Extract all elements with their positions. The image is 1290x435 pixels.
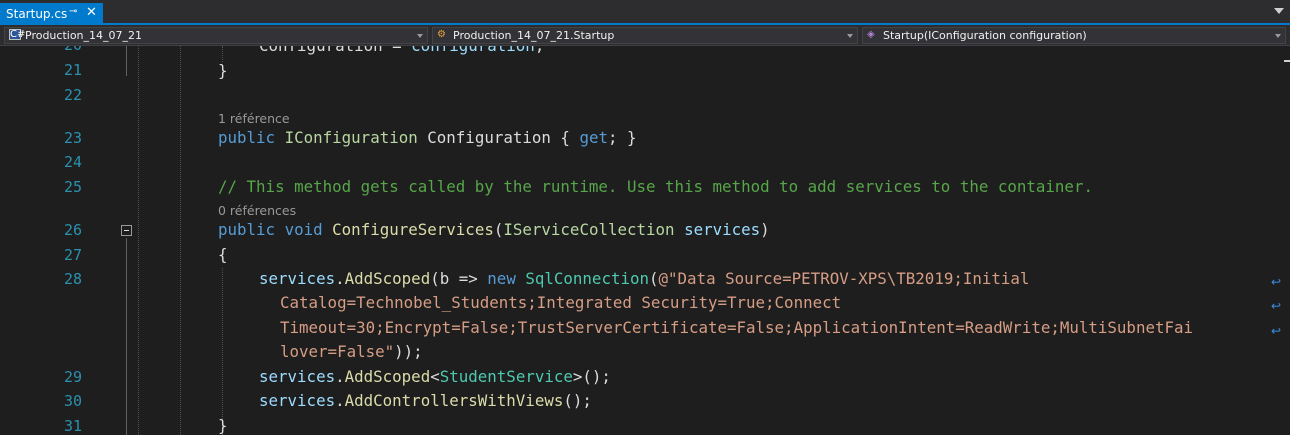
member-dropdown-label: Startup(IConfiguration configuration)	[883, 29, 1087, 42]
line-number: 25	[63, 178, 82, 196]
indent-guide	[180, 46, 181, 435]
outline-line	[126, 46, 127, 76]
collapse-toggle-icon[interactable]	[121, 225, 132, 236]
code-line-28-wrap-2: Timeout=30;Encrypt=False;TrustServerCert…	[280, 318, 1194, 337]
chevron-down-icon	[1275, 34, 1281, 38]
tab-title: Startup.cs	[6, 7, 68, 21]
line-number: 22	[63, 86, 82, 104]
class-dropdown[interactable]: ⚙ Production_14_07_21.Startup	[432, 27, 858, 44]
code-line-26: public void ConfigureServices(IServiceCo…	[218, 220, 770, 239]
line-number: 28	[63, 270, 82, 288]
member-dropdown[interactable]: ◈ Startup(IConfiguration configuration)	[862, 27, 1286, 44]
word-wrap-icon: ↩	[1271, 275, 1282, 289]
line-number: 20	[0, 46, 82, 54]
pin-icon[interactable]: ⊸	[69, 6, 77, 17]
code-editor[interactable]: 20 21 22 23 24 25 26 27 28 29 30 31 Conf…	[0, 46, 1290, 435]
line-number: 30	[63, 392, 82, 410]
word-wrap-icon: ↩	[1271, 299, 1282, 313]
code-line-20: Configuration = configuration;	[259, 46, 544, 55]
code-line-30: services.AddControllersWithViews();	[259, 391, 592, 410]
chevron-down-icon	[417, 34, 423, 38]
code-line-28: services.AddScoped(b => new SqlConnectio…	[259, 269, 1030, 288]
class-dropdown-label: Production_14_07_21.Startup	[453, 29, 615, 42]
word-wrap-icon: ↩	[1271, 324, 1282, 338]
line-number: 26	[63, 221, 82, 239]
code-line-27: {	[218, 245, 228, 264]
line-number: 29	[63, 368, 82, 386]
scrollbar-position-marker	[1284, 60, 1290, 62]
indent-guide	[138, 46, 139, 435]
document-tab-strip: Startup.cs ⊸ ✕	[0, 0, 1290, 25]
close-icon[interactable]: ✕	[86, 5, 97, 20]
vertical-scrollbar[interactable]	[1284, 46, 1290, 435]
line-number: 31	[63, 417, 82, 435]
code-line-25-comment: // This method gets called by the runtim…	[218, 177, 1093, 196]
outline-line	[126, 238, 127, 435]
navigation-bar: C# Production_14_07_21 ⚙ Production_14_0…	[0, 25, 1290, 46]
codelens-references[interactable]: 1 référence	[218, 111, 290, 126]
method-icon: ◈	[867, 29, 875, 40]
code-line-31: }	[218, 416, 228, 435]
code-line-28-wrap-3: lover=False"));	[280, 342, 423, 361]
indent-guide	[222, 46, 223, 62]
code-line-21: }	[218, 61, 228, 80]
indent-guide	[222, 268, 223, 435]
code-line-29: services.AddScoped<StudentService>();	[259, 367, 611, 386]
code-line-28-wrap-1: Catalog=Technobel_Students;Integrated Se…	[280, 293, 842, 312]
code-line-23: public IConfiguration Configuration { ge…	[218, 128, 637, 147]
line-number: 24	[63, 153, 82, 171]
chevron-down-icon	[847, 34, 853, 38]
line-number: 27	[63, 246, 82, 264]
csharp-project-icon: C#	[9, 29, 26, 40]
tab-overflow-dropdown-icon[interactable]	[1274, 8, 1284, 14]
tab-startup-cs[interactable]: Startup.cs ⊸ ✕	[0, 3, 103, 25]
codelens-references[interactable]: 0 références	[218, 203, 296, 218]
project-dropdown[interactable]: C# Production_14_07_21	[4, 27, 428, 44]
line-number: 23	[63, 129, 82, 147]
project-dropdown-label: Production_14_07_21	[25, 29, 143, 42]
class-icon: ⚙	[437, 29, 446, 40]
line-number: 21	[63, 61, 82, 79]
